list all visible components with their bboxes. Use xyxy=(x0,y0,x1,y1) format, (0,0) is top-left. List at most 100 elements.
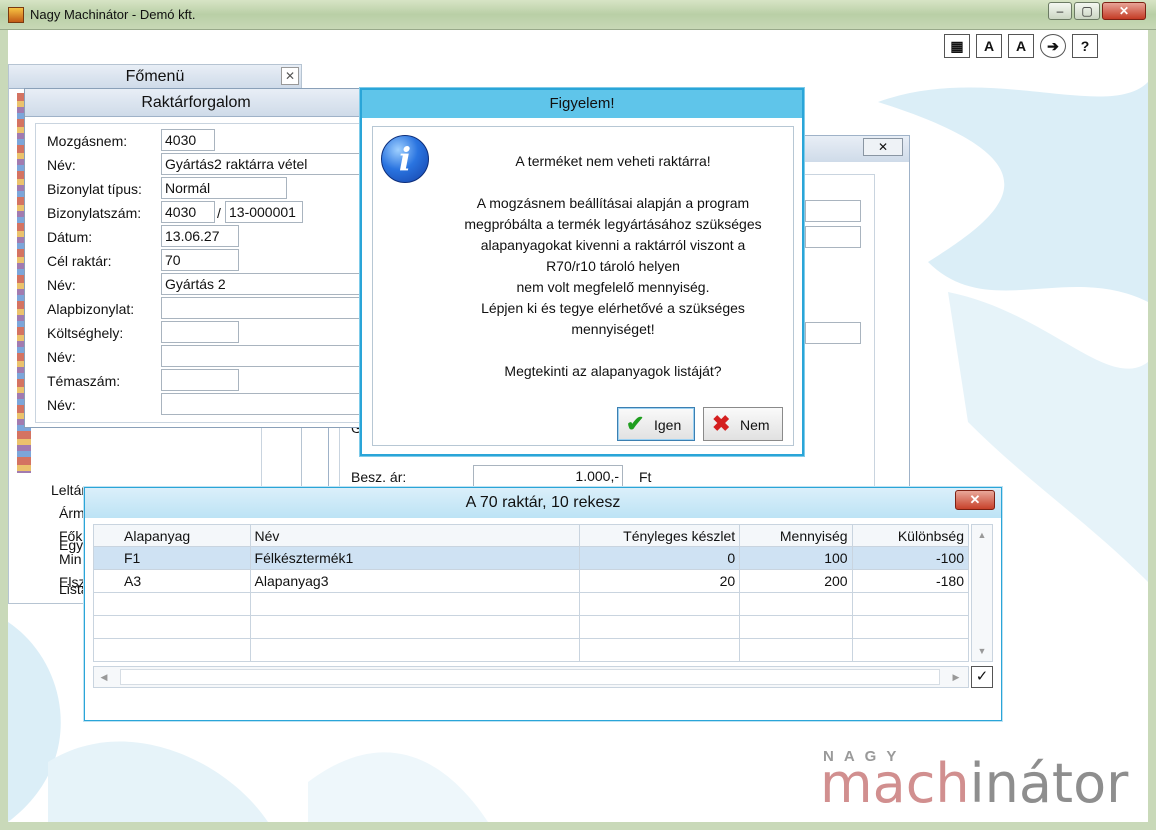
koltseghely-nev-label: Név: xyxy=(47,349,76,365)
bizonylatszam-label: Bizonylatszám: xyxy=(47,205,142,221)
yes-button[interactable]: ✔ Igen xyxy=(617,407,695,441)
minimize-button[interactable]: – xyxy=(1048,2,1072,20)
font-smaller-icon[interactable]: A xyxy=(976,34,1002,58)
temaszam-nev-field[interactable] xyxy=(161,393,367,415)
confirm-check-icon[interactable]: ✓ xyxy=(971,666,993,688)
materials-table: Alapanyag Név Tényleges készlet Mennyisé… xyxy=(93,524,970,662)
bizonylat-tipus-label: Bizonylat típus: xyxy=(47,181,142,197)
column-header-tenyleges-keszlet[interactable]: Tényleges készlet xyxy=(578,524,741,547)
koltseghely-label: Költséghely: xyxy=(47,325,124,341)
x-mark-icon: ✖ xyxy=(712,411,731,436)
cell-alapanyag: F1 xyxy=(93,546,251,570)
help-icon[interactable]: ? xyxy=(1072,34,1098,58)
fomenu-title: Főmenü xyxy=(9,65,301,89)
raktar-table-window: A 70 raktár, 10 rekesz ✕ Alapanyag Név T… xyxy=(84,487,1002,721)
scroll-down-icon[interactable]: ▼ xyxy=(974,643,990,659)
besz-ar-label: Besz. ár: xyxy=(351,469,407,485)
back-field[interactable] xyxy=(805,322,861,344)
no-button-label: Nem xyxy=(740,417,770,433)
datum-field[interactable]: 13.06.27 xyxy=(161,225,239,247)
cell-nev: Alapanyag3 xyxy=(249,569,580,593)
cell-mennyiseg: 200 xyxy=(739,569,853,593)
alapbizonylat-field[interactable] xyxy=(161,297,367,319)
raktarforgalom-panel: Raktárforgalom Mozgásnem: 4030 Név: Gyár… xyxy=(24,88,368,428)
horizontal-scrollbar[interactable]: ◀ ▶ xyxy=(93,666,969,688)
window-frame-right xyxy=(1148,30,1156,830)
close-window-button[interactable]: ✕ xyxy=(1102,2,1146,20)
column-header-nev[interactable]: Név xyxy=(249,524,580,547)
window-title: Nagy Machinátor - Demó kft. xyxy=(30,7,196,22)
cel-nev-field[interactable]: Gyártás 2 xyxy=(161,273,367,295)
bizonylat-tipus-field[interactable]: Normál xyxy=(161,177,287,199)
menu-item-min[interactable]: Min xyxy=(59,551,82,567)
cell-nev: Félkésztermék1 xyxy=(249,546,580,570)
koltseghely-nev-field[interactable] xyxy=(161,345,367,367)
font-larger-icon[interactable]: A xyxy=(1008,34,1034,58)
alapbizonylat-label: Alapbizonylat: xyxy=(47,301,135,317)
raktarforgalom-title: Raktárforgalom xyxy=(25,89,367,117)
bizonylatszam-separator: / xyxy=(217,205,221,221)
cell-mennyiseg: 100 xyxy=(739,546,853,570)
warning-dialog: Figyelem! i A terméket nem veheti raktár… xyxy=(360,88,804,456)
dialog-message: A terméket nem veheti raktárra! A mogzás… xyxy=(464,153,762,379)
cel-nev-label: Név: xyxy=(47,277,76,293)
cell-alapanyag: A3 xyxy=(93,569,251,593)
table-row-empty xyxy=(93,592,970,616)
column-header-kulonbseg[interactable]: Különbség xyxy=(851,524,970,547)
vertical-scrollbar[interactable]: ▲ ▼ xyxy=(971,524,993,662)
back-window-close-icon[interactable]: ✕ xyxy=(863,138,903,156)
fomenu-close-icon[interactable]: ✕ xyxy=(281,67,299,85)
scroll-left-icon[interactable]: ◀ xyxy=(96,669,112,685)
logo-inator-text: inátor xyxy=(969,752,1129,815)
grid-icon[interactable]: ▦ xyxy=(944,34,970,58)
yes-button-label: Igen xyxy=(654,417,682,433)
table-row[interactable]: A3 Alapanyag3 20 200 -180 xyxy=(93,569,970,593)
table-row[interactable]: F1 Félkésztermék1 0 100 -100 xyxy=(93,546,970,570)
cell-tenyleges-keszlet: 20 xyxy=(578,569,741,593)
column-header-mennyiseg[interactable]: Mennyiség xyxy=(739,524,853,547)
koltseghely-field[interactable] xyxy=(161,321,239,343)
temaszam-field[interactable] xyxy=(161,369,239,391)
cel-raktar-label: Cél raktár: xyxy=(47,253,112,269)
column-header-alapanyag[interactable]: Alapanyag xyxy=(93,524,251,547)
mozgasnem-field[interactable]: 4030 xyxy=(161,129,215,151)
checkmark-icon: ✔ xyxy=(626,411,645,436)
navigate-icon[interactable]: ➔ xyxy=(1040,34,1066,58)
cell-tenyleges-keszlet: 0 xyxy=(578,546,741,570)
scroll-right-icon[interactable]: ▶ xyxy=(948,669,964,685)
nev-field[interactable]: Gyártás2 raktárra vétel xyxy=(161,153,367,175)
maximize-button[interactable]: ▢ xyxy=(1074,2,1100,20)
table-window-close-icon[interactable]: ✕ xyxy=(955,490,995,510)
datum-label: Dátum: xyxy=(47,229,93,245)
menu-item-leltar[interactable]: Leltár xyxy=(51,482,86,498)
besz-ar-field[interactable]: 1.000,- xyxy=(473,465,623,487)
window-frame-left xyxy=(0,30,8,830)
cel-raktar-field[interactable]: 70 xyxy=(161,249,239,271)
dialog-title: Figyelem! xyxy=(362,90,802,118)
window-frame-bottom xyxy=(0,822,1156,830)
table-window-title: A 70 raktár, 10 rekesz xyxy=(85,488,1001,518)
temaszam-nev-label: Név: xyxy=(47,397,76,413)
mozgasnem-label: Mozgásnem: xyxy=(47,133,128,149)
table-header-row: Alapanyag Név Tényleges készlet Mennyisé… xyxy=(93,524,970,547)
app-icon xyxy=(8,7,24,23)
table-row-empty xyxy=(93,638,970,662)
info-icon: i xyxy=(381,135,429,183)
no-button[interactable]: ✖ Nem xyxy=(703,407,783,441)
cell-kulonbseg: -180 xyxy=(851,569,970,593)
nev-label: Név: xyxy=(47,157,76,173)
scroll-thumb[interactable] xyxy=(120,669,940,685)
menu-item-egy[interactable]: Egy xyxy=(59,537,83,553)
bizonylatszam-prefix-field[interactable]: 4030 xyxy=(161,201,215,223)
bizonylatszam-field[interactable]: 13-000001 xyxy=(225,201,303,223)
temaszam-label: Témaszám: xyxy=(47,373,121,389)
logo-mach-text: mach xyxy=(820,752,970,815)
back-dropdown[interactable] xyxy=(805,200,861,222)
dialog-body: i A terméket nem veheti raktárra! A mogz… xyxy=(372,126,794,446)
currency-label: Ft xyxy=(639,469,652,485)
logo: machinátor xyxy=(820,752,1128,815)
scroll-up-icon[interactable]: ▲ xyxy=(974,527,990,543)
back-field[interactable] xyxy=(805,226,861,248)
table-row-empty xyxy=(93,615,970,639)
cell-kulonbseg: -100 xyxy=(851,546,970,570)
